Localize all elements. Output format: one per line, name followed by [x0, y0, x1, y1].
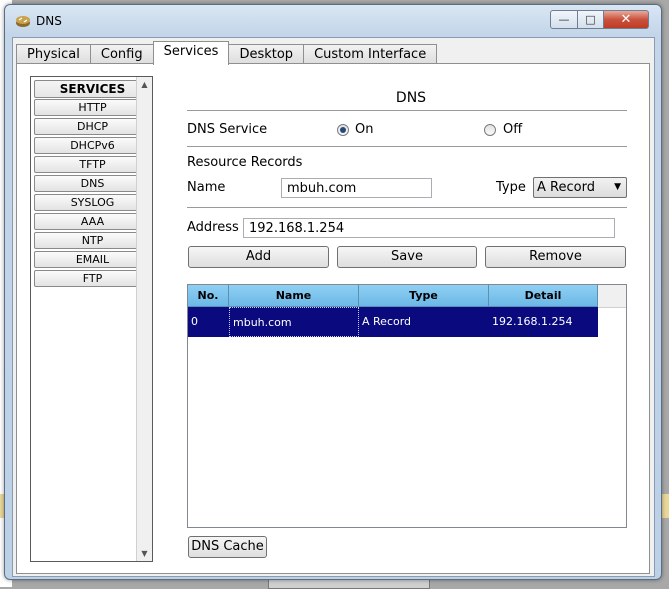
divider — [187, 146, 627, 148]
services-list: SERVICES HTTP DHCP DHCPv6 TFTP DNS SYSLO… — [30, 76, 153, 562]
service-dns-button[interactable]: DNS — [34, 175, 151, 192]
dns-on-label[interactable]: On — [355, 122, 373, 137]
dns-off-radio[interactable] — [484, 124, 496, 136]
dns-content: DNS DNS Service On Off Resource Records … — [187, 64, 635, 573]
service-ntp-button[interactable]: NTP — [34, 232, 151, 249]
type-select[interactable]: A Record ▼ — [533, 177, 627, 198]
services-header: SERVICES — [34, 80, 151, 98]
cell-detail: 192.168.1.254 — [492, 315, 573, 328]
name-label: Name — [187, 180, 226, 195]
table-header-filler — [598, 285, 626, 308]
window-title: DNS — [36, 14, 62, 28]
name-field[interactable]: mbuh.com — [281, 178, 432, 198]
chevron-down-icon: ▼ — [614, 182, 621, 192]
maximize-icon: □ — [585, 13, 596, 26]
tab-bar: Physical Config Services Desktop Custom … — [16, 41, 438, 65]
dns-heading: DNS — [395, 90, 427, 106]
dns-off-label[interactable]: Off — [503, 122, 522, 137]
address-label: Address — [187, 220, 239, 235]
tab-config[interactable]: Config — [89, 44, 154, 65]
tab-services[interactable]: Services — [152, 41, 230, 65]
table-header: No. Name Type Detail — [188, 285, 598, 307]
service-ftp-button[interactable]: FTP — [34, 270, 151, 287]
dns-cache-button[interactable]: DNS Cache — [188, 536, 267, 558]
services-scrollbar[interactable]: ▲ ▼ — [136, 77, 152, 561]
scroll-up-icon[interactable]: ▲ — [137, 77, 152, 92]
table-row[interactable]: 0 mbuh.com A Record 192.168.1.254 — [188, 307, 598, 337]
window-body: Physical Config Services Desktop Custom … — [12, 37, 655, 577]
close-icon: ✕ — [620, 12, 632, 27]
cell-no: 0 — [191, 315, 198, 328]
dns-service-label: DNS Service — [187, 122, 268, 137]
dns-on-radio[interactable] — [337, 124, 349, 136]
dns-window: DNS — □ ✕ Physical Config Services Deskt… — [4, 4, 662, 580]
minimize-button[interactable]: — — [550, 10, 578, 29]
service-tftp-button[interactable]: TFTP — [34, 156, 151, 173]
divider — [187, 110, 627, 112]
column-header-no[interactable]: No. — [188, 285, 229, 307]
remove-button[interactable]: Remove — [485, 246, 626, 268]
title-bar[interactable]: DNS — □ ✕ — [5, 5, 661, 35]
resource-records-label: Resource Records — [187, 155, 303, 170]
column-header-detail[interactable]: Detail — [489, 285, 598, 307]
tab-physical[interactable]: Physical — [16, 44, 91, 65]
service-http-button[interactable]: HTTP — [34, 99, 151, 116]
column-header-type[interactable]: Type — [359, 285, 489, 307]
maximize-button[interactable]: □ — [577, 10, 604, 29]
service-email-button[interactable]: EMAIL — [34, 251, 151, 268]
dns-records-table[interactable]: No. Name Type Detail 0 mbuh.com A Record… — [187, 284, 627, 528]
scroll-down-icon[interactable]: ▼ — [137, 546, 152, 561]
add-button[interactable]: Add — [188, 246, 329, 268]
service-syslog-button[interactable]: SYSLOG — [34, 194, 151, 211]
minimize-icon: — — [558, 13, 570, 26]
router-icon — [16, 16, 30, 27]
type-select-value: A Record — [537, 180, 595, 195]
type-label: Type — [496, 180, 526, 195]
address-field[interactable]: 192.168.1.254 — [243, 218, 615, 238]
service-dhcp-button[interactable]: DHCP — [34, 118, 151, 135]
save-button[interactable]: Save — [337, 246, 477, 268]
tab-custom-interface[interactable]: Custom Interface — [303, 44, 438, 65]
column-header-name[interactable]: Name — [229, 285, 359, 307]
cell-name: mbuh.com — [229, 307, 359, 337]
cell-type: A Record — [362, 315, 412, 328]
tab-desktop[interactable]: Desktop — [228, 44, 305, 65]
service-dhcpv6-button[interactable]: DHCPv6 — [34, 137, 151, 154]
divider — [187, 207, 627, 209]
close-button[interactable]: ✕ — [603, 10, 649, 29]
service-aaa-button[interactable]: AAA — [34, 213, 151, 230]
services-panel: SERVICES HTTP DHCP DHCPv6 TFTP DNS SYSLO… — [16, 63, 650, 574]
